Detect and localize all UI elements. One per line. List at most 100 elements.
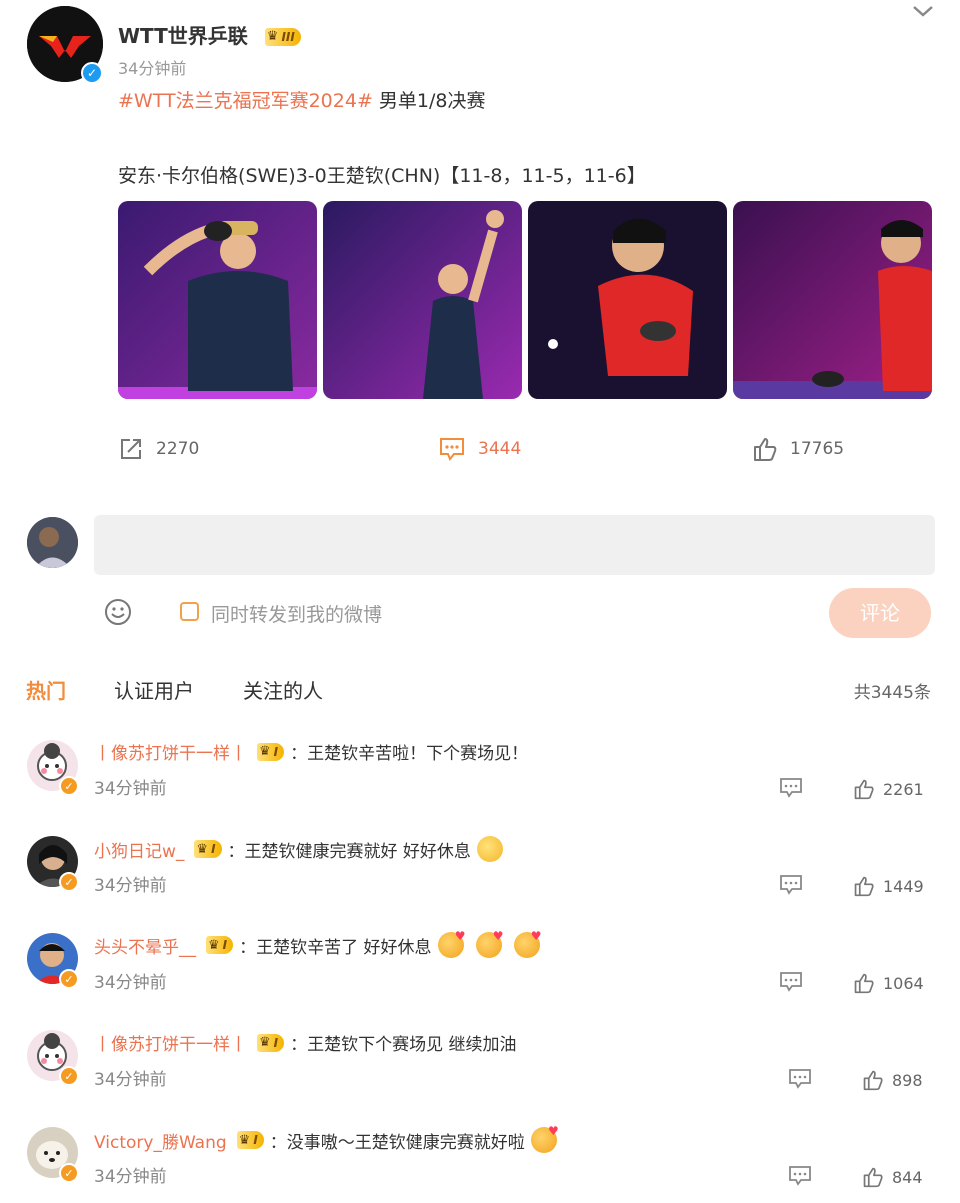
- thumbs-up-icon: [754, 438, 777, 461]
- verified-icon: ✓: [59, 969, 79, 989]
- reply-icon[interactable]: [779, 777, 803, 799]
- comment-time: 34分钟前: [94, 1070, 167, 1090]
- kiss-emoji-icon: [530, 1124, 559, 1153]
- level-badge[interactable]: ♛ I: [194, 840, 222, 858]
- kiss-emoji-icon: [437, 929, 466, 958]
- comment-text-line: 头头不晕乎__ ♛ I ：王楚钦辛苦了 好好休息: [94, 929, 542, 958]
- like-count: 17765: [790, 439, 845, 459]
- post-time: 34分钟前: [118, 59, 187, 78]
- reply-icon[interactable]: [779, 971, 803, 993]
- post-result: 安东·卡尔伯格(SWE)3-0王楚钦(CHN)【11-8，11-5，11-6】: [118, 165, 646, 187]
- comment-like-count: 2261: [883, 779, 924, 799]
- chevron-down-icon[interactable]: [912, 3, 934, 19]
- forward-label: 同时转发到我的微博: [211, 604, 383, 626]
- crown-icon: ♛: [266, 29, 279, 44]
- commenter-name[interactable]: 头头不晕乎__: [94, 933, 196, 958]
- comment-input[interactable]: [94, 515, 935, 575]
- post-photo-3[interactable]: [528, 201, 727, 399]
- share-count: 2270: [156, 439, 200, 459]
- crown-icon: ♛: [208, 937, 220, 953]
- verified-icon: ✓: [59, 1066, 79, 1086]
- crown-icon: ♛: [196, 841, 209, 857]
- comment-text: ：没事嗷～王楚钦健康完赛就好啦: [269, 1132, 525, 1153]
- level-label: I: [273, 744, 279, 759]
- comment-text: ：王楚钦健康完赛就好 好好休息: [227, 841, 471, 862]
- comment-icon: [440, 438, 464, 461]
- verified-icon: ✓: [59, 776, 79, 796]
- level-badge[interactable]: ♛ I: [206, 936, 234, 954]
- thumbs-up-icon: [863, 1167, 883, 1188]
- reply-icon[interactable]: [779, 874, 803, 896]
- kiss-emoji-icon: [513, 929, 542, 958]
- level-label: I: [273, 1035, 279, 1050]
- tab-following[interactable]: 关注的人: [243, 675, 323, 704]
- comment-like-button[interactable]: 898: [862, 1069, 923, 1091]
- level-badge[interactable]: ♛ I: [257, 742, 285, 761]
- level-badge[interactable]: ♛ III: [264, 27, 301, 46]
- post-title: #WTT法兰克福冠军赛2024# 男单1/8决赛: [118, 86, 485, 113]
- like-button[interactable]: 17765: [752, 436, 844, 462]
- crown-icon: ♛: [238, 1132, 251, 1148]
- hug-emoji-icon: [476, 836, 503, 862]
- share-icon: [121, 439, 141, 459]
- comment-text-line: 小狗日记w_ ♛ I ：王楚钦健康完赛就好 好好休息: [94, 836, 503, 862]
- comment-text-line: 丨像苏打饼干一样丨 ♛ I ：王楚钦下个赛场见 继续加油: [94, 1030, 517, 1055]
- author-name[interactable]: WTT世界乒联 ♛ III: [118, 20, 301, 49]
- verified-icon: ✓: [59, 872, 79, 892]
- commenter-name[interactable]: 丨像苏打饼干一样丨: [94, 1030, 247, 1055]
- thumbs-up-icon: [854, 973, 874, 994]
- my-avatar[interactable]: [27, 517, 78, 568]
- comment-time: 34分钟前: [94, 973, 167, 993]
- reply-icon[interactable]: [788, 1068, 812, 1090]
- verified-icon: ✓: [59, 1163, 79, 1183]
- submit-comment-button[interactable]: 评论: [829, 588, 931, 638]
- share-button[interactable]: 2270: [118, 436, 199, 462]
- comment-like-count: 1449: [883, 876, 924, 896]
- comment-like-count: 898: [892, 1070, 923, 1090]
- post-photo-1[interactable]: [118, 201, 317, 399]
- post-photo-4[interactable]: [733, 201, 932, 399]
- comment-like-count: 1064: [883, 973, 924, 993]
- level-label: I: [222, 938, 228, 952]
- commenter-name[interactable]: 丨像苏打饼干一样丨: [94, 739, 247, 764]
- post-title-text: 男单1/8决赛: [372, 90, 486, 112]
- comment-like-count: 844: [892, 1167, 923, 1187]
- comment-text-line: 丨像苏打饼干一样丨 ♛ I ：王楚钦辛苦啦！下个赛场见！: [94, 739, 528, 764]
- commenter-name[interactable]: Victory_勝Wang: [94, 1128, 227, 1153]
- kiss-emoji-icon: [475, 929, 504, 958]
- comment-time: 34分钟前: [94, 1167, 167, 1187]
- thumbs-up-icon: [854, 876, 874, 897]
- comment-time: 34分钟前: [94, 876, 167, 896]
- comment-text: ：王楚钦辛苦了 好好休息: [239, 937, 432, 958]
- post-photo-2[interactable]: [323, 201, 522, 399]
- comment-like-button[interactable]: 1064: [853, 972, 924, 994]
- comment-like-button[interactable]: 2261: [853, 778, 924, 800]
- thumbs-up-icon: [854, 779, 874, 800]
- tab-hot[interactable]: 热门: [26, 675, 66, 704]
- crown-icon: ♛: [259, 1035, 271, 1050]
- comment-text-line: Victory_勝Wang ♛ I ：没事嗷～王楚钦健康完赛就好啦: [94, 1124, 559, 1153]
- comment-like-button[interactable]: 844: [862, 1166, 923, 1188]
- hashtag-link[interactable]: #WTT法兰克福冠军赛2024#: [118, 90, 373, 112]
- comment-text: ：王楚钦下个赛场见 继续加油: [290, 1035, 517, 1055]
- comment-button[interactable]: 3444: [438, 436, 521, 462]
- comment-count: 3444: [478, 439, 522, 459]
- tab-verified-users[interactable]: 认证用户: [114, 675, 194, 704]
- level-label: I: [211, 842, 216, 856]
- level-badge[interactable]: ♛ I: [257, 1033, 285, 1052]
- verified-icon: ✓: [81, 62, 103, 84]
- comment-time: 34分钟前: [94, 779, 167, 799]
- reply-icon[interactable]: [788, 1165, 812, 1187]
- level-label: III: [281, 29, 295, 44]
- comment-text: ：王楚钦辛苦啦！下个赛场见！: [290, 744, 529, 764]
- crown-icon: ♛: [259, 744, 271, 759]
- level-badge[interactable]: ♛ I: [236, 1131, 264, 1149]
- forward-checkbox[interactable]: [180, 602, 199, 621]
- author-name-text: WTT世界乒联: [118, 24, 248, 48]
- commenter-name[interactable]: 小狗日记w_: [94, 837, 184, 862]
- comment-like-button[interactable]: 1449: [853, 875, 924, 897]
- level-label: I: [253, 1133, 258, 1147]
- thumbs-up-icon: [863, 1070, 883, 1091]
- emoji-picker-icon[interactable]: [104, 598, 132, 626]
- total-comment-count: 共3445条: [853, 683, 931, 703]
